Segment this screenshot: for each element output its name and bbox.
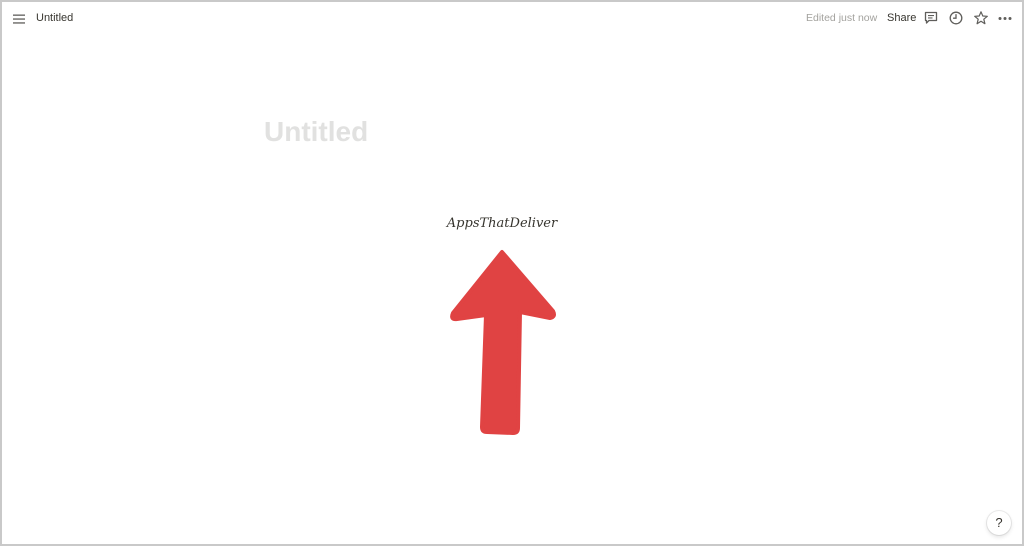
- up-arrow-icon: [450, 250, 556, 435]
- top-bar: Untitled Edited just now Share: [2, 2, 1022, 35]
- brand-watermark: AppsThatDeliver: [446, 216, 558, 231]
- share-button[interactable]: Share: [887, 11, 916, 25]
- breadcrumb-doc-title[interactable]: Untitled: [36, 11, 73, 25]
- app-window: Untitled Edited just now Share Untitled …: [0, 0, 1024, 546]
- menu-icon[interactable]: [11, 11, 27, 27]
- help-button[interactable]: ?: [987, 511, 1011, 535]
- star-icon[interactable]: [973, 10, 989, 26]
- history-icon[interactable]: [948, 10, 964, 26]
- comment-icon[interactable]: [923, 10, 939, 26]
- page-title[interactable]: Untitled: [264, 114, 368, 150]
- edited-status: Edited just now: [806, 12, 878, 24]
- more-icon[interactable]: [997, 10, 1013, 26]
